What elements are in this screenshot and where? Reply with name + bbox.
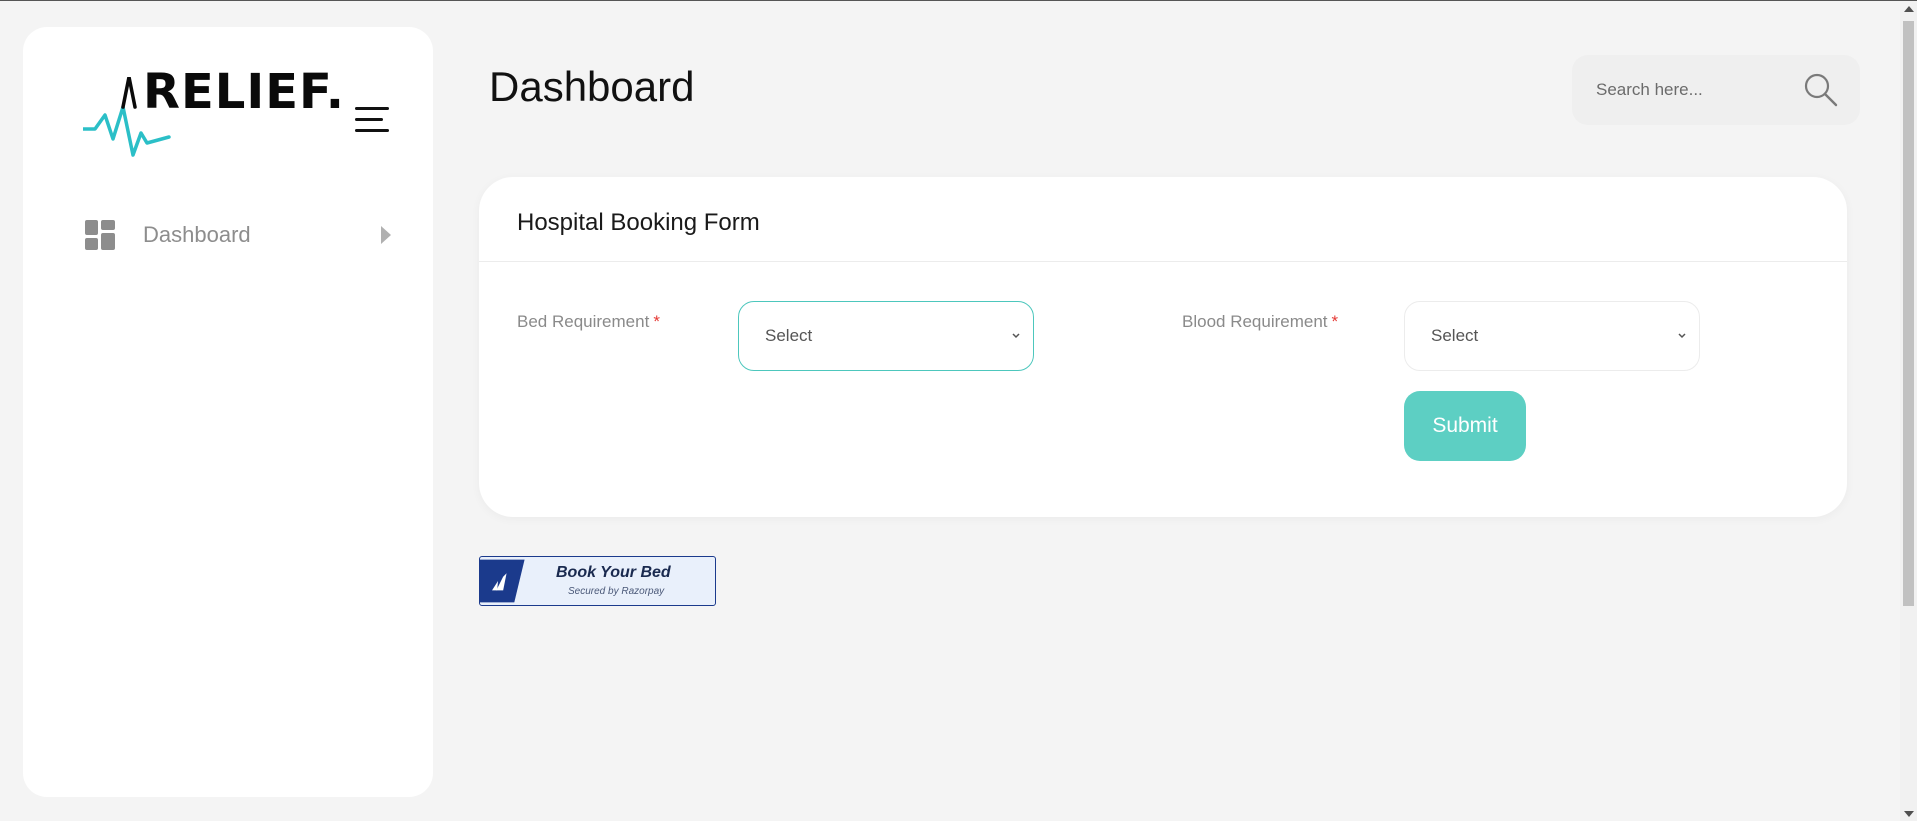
sidebar: RELIEF. Dashboard — [23, 27, 433, 797]
payment-button-title: Book Your Bed — [556, 564, 671, 581]
search-input[interactable] — [1596, 80, 1786, 100]
sidebar-item-label: Dashboard — [143, 222, 251, 247]
menu-toggle-icon[interactable] — [355, 107, 391, 137]
caret-right-icon — [381, 226, 391, 244]
search-icon[interactable] — [1804, 73, 1838, 107]
submit-button[interactable]: Submit — [1404, 391, 1526, 461]
relief-logo[interactable]: RELIEF. — [83, 57, 344, 157]
scroll-up-arrow-icon[interactable] — [1904, 6, 1914, 12]
blood-requirement-value: Select — [1431, 326, 1479, 345]
search-box — [1572, 55, 1860, 125]
booking-form-card: Hospital Booking Form Bed Requirement * S… — [479, 177, 1847, 517]
chevron-down-icon — [1012, 333, 1020, 339]
required-mark: * — [1331, 312, 1339, 331]
required-mark: * — [653, 312, 660, 331]
scroll-down-arrow-icon[interactable] — [1904, 811, 1914, 817]
blood-requirement-label: Blood Requirement * — [1182, 312, 1338, 332]
bed-requirement-label: Bed Requirement * — [517, 312, 660, 332]
page-title: Dashboard — [489, 63, 695, 110]
payment-button-subtitle: Secured by Razorpay — [568, 586, 665, 597]
bed-requirement-label-text: Bed Requirement — [517, 312, 650, 331]
razorpay-pay-button[interactable]: Book Your Bed Secured by Razorpay — [479, 556, 716, 606]
chevron-down-icon — [1678, 333, 1686, 339]
divider — [479, 261, 1847, 262]
blood-requirement-label-text: Blood Requirement — [1182, 312, 1328, 331]
vertical-scrollbar[interactable] — [1900, 1, 1917, 821]
dashboard-grid-icon — [85, 220, 115, 250]
form-title: Hospital Booking Form — [517, 209, 760, 236]
scrollbar-thumb[interactable] — [1903, 21, 1914, 606]
bed-requirement-value: Select — [765, 326, 813, 345]
sidebar-item-dashboard[interactable]: Dashboard — [83, 207, 393, 263]
razorpay-logo-icon — [480, 559, 525, 603]
brand-name: RELIEF. — [143, 64, 345, 120]
blood-requirement-select[interactable]: Select — [1404, 301, 1700, 371]
bed-requirement-select[interactable]: Select — [738, 301, 1034, 371]
